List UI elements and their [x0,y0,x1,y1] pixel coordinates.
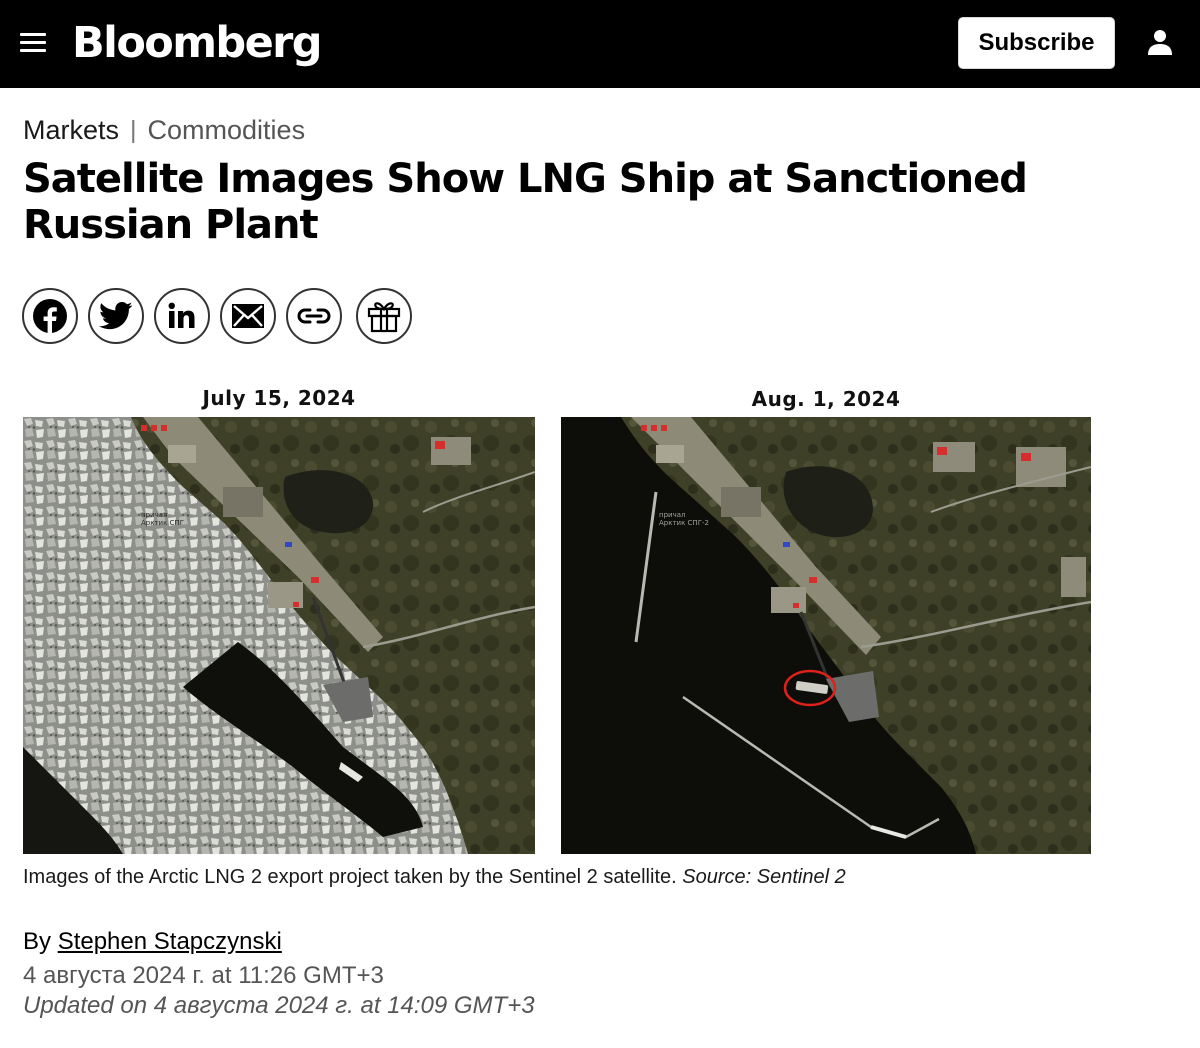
top-navigation-bar: Bloomberg Subscribe [0,0,1200,88]
email-icon [232,304,264,328]
link-icon [297,308,331,324]
subscribe-button[interactable]: Subscribe [958,17,1115,69]
facebook-icon [33,299,67,334]
menu-icon[interactable] [20,31,46,55]
account-icon[interactable] [1146,28,1174,56]
published-timestamp: 4 августа 2024 г. at 11:26 GMT+3 [23,962,384,989]
gift-article-button[interactable] [356,288,412,344]
author-link[interactable]: Stephen Stapczynski [58,928,282,955]
breadcrumb-separator: | [130,115,137,144]
map-label-pier: причал [141,511,167,519]
email-share-button[interactable] [220,288,276,344]
satellite-image-july: причал Арктик СПГ [23,417,535,854]
right-image-date-title: Aug. 1, 2024 [751,387,901,411]
facebook-share-button[interactable] [22,288,78,344]
copy-link-button[interactable] [286,288,342,344]
satellite-image-august: причал Арктик СПГ-2 [561,417,1091,854]
linkedin-icon [168,302,195,328]
map-label-pier: причал [659,511,685,519]
breadcrumb-commodities-link[interactable]: Commodities [148,115,306,146]
bloomberg-logo[interactable]: Bloomberg [72,17,323,69]
left-image-date-title: July 15, 2024 [202,386,356,410]
linkedin-share-button[interactable] [154,288,210,344]
byline-prefix: By [23,928,58,955]
breadcrumb-markets-link[interactable]: Markets [23,115,119,146]
twitter-icon [99,301,133,330]
figure-caption: Images of the Arctic LNG 2 export projec… [23,866,846,889]
article-headline: Satellite Images Show LNG Ship at Sancti… [23,156,1028,248]
map-label-arctic-lng-2: Арктик СПГ-2 [659,519,709,527]
gift-icon [367,302,401,333]
twitter-share-button[interactable] [88,288,144,344]
caption-text: Images of the Arctic LNG 2 export projec… [23,866,683,888]
updated-timestamp: Updated on 4 августа 2024 г. at 14:09 GM… [23,992,535,1019]
byline: By Stephen Stapczynski [23,928,282,956]
map-label-arctic-lng: Арктик СПГ [141,519,184,527]
caption-source: Source: Sentinel 2 [682,866,846,888]
breadcrumb: Markets | Commodities [23,113,305,147]
